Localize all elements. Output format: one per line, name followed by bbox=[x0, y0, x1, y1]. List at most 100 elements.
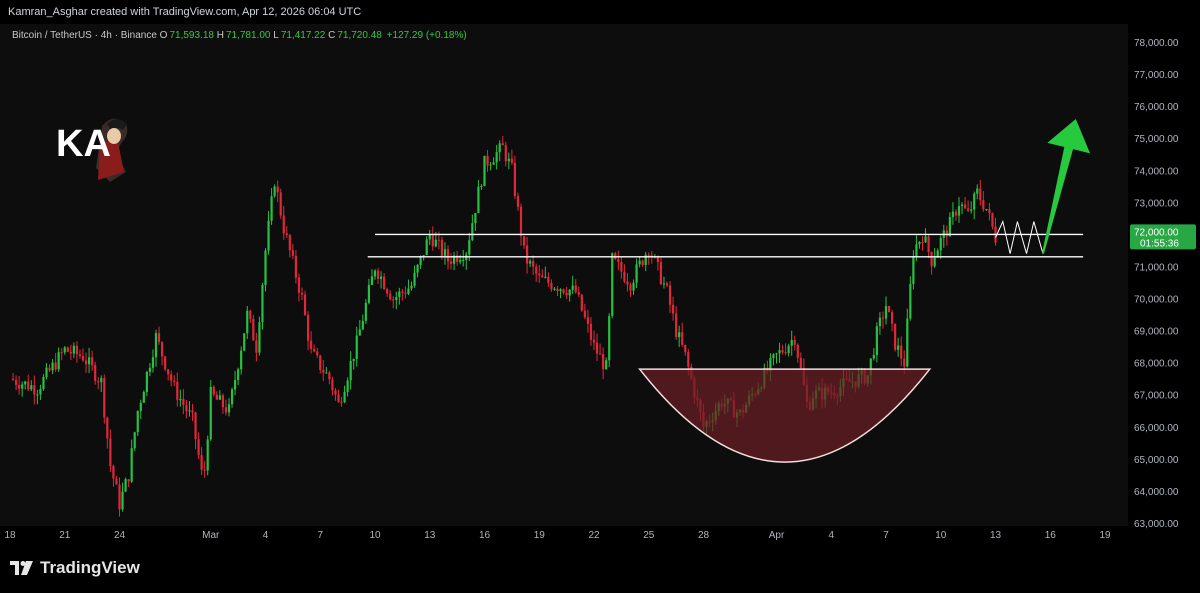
candle-body bbox=[678, 332, 681, 338]
candle-body bbox=[39, 389, 42, 395]
candle-body bbox=[48, 367, 51, 371]
candle-body bbox=[319, 355, 322, 370]
candle-body bbox=[440, 239, 444, 256]
candle-body bbox=[404, 292, 407, 294]
candle-body bbox=[267, 220, 270, 251]
candle-body bbox=[410, 285, 413, 289]
candle-body bbox=[784, 352, 787, 354]
candle-body bbox=[337, 394, 340, 402]
candle-body bbox=[36, 394, 39, 396]
x-tick-label: 22 bbox=[588, 530, 600, 541]
y-tick-label: 74,000.00 bbox=[1134, 166, 1179, 177]
candle-body bbox=[130, 448, 133, 482]
tradingview-logo[interactable]: TradingView bbox=[10, 558, 140, 578]
candle-body bbox=[948, 217, 951, 237]
candle-body bbox=[279, 192, 282, 216]
candle-body bbox=[51, 362, 54, 371]
candle-body bbox=[577, 292, 580, 295]
x-tick-label: Apr bbox=[769, 530, 785, 541]
candle-body bbox=[261, 284, 264, 323]
author-logo: KA bbox=[52, 96, 136, 184]
tradingview-icon bbox=[10, 561, 33, 575]
candle-body bbox=[532, 261, 535, 267]
candle-body bbox=[303, 294, 307, 315]
candle-body bbox=[200, 455, 203, 470]
candle-body bbox=[890, 312, 894, 324]
candle-body bbox=[617, 258, 620, 263]
y-tick-label: 65,000.00 bbox=[1134, 455, 1179, 466]
candle-body bbox=[300, 292, 304, 295]
chart-pane[interactable]: 63,000.00 64,000.00 65,000.00 66,000.00 67,0… bbox=[0, 24, 1200, 546]
candle-body bbox=[909, 283, 912, 319]
candle-body bbox=[775, 353, 778, 355]
candle-body bbox=[595, 342, 599, 354]
candle-body bbox=[297, 277, 301, 293]
candle-body bbox=[574, 285, 577, 293]
candle-body bbox=[352, 358, 355, 362]
candle-body bbox=[249, 310, 252, 319]
candle-body bbox=[635, 264, 638, 283]
candle-body bbox=[626, 281, 629, 285]
candle-body bbox=[224, 407, 228, 413]
candle-body bbox=[501, 143, 504, 146]
candle-body bbox=[109, 438, 112, 466]
x-tick-label: 10 bbox=[935, 530, 947, 541]
candle-body bbox=[255, 340, 258, 353]
candle-body bbox=[605, 360, 608, 370]
candle-body bbox=[538, 273, 541, 276]
x-tick-label: 18 bbox=[4, 530, 16, 541]
candle-body bbox=[167, 369, 170, 375]
candle-body bbox=[486, 155, 489, 166]
candle-body bbox=[912, 256, 915, 284]
candle-body bbox=[796, 344, 799, 358]
candle-body bbox=[75, 345, 79, 355]
candle-body bbox=[988, 209, 991, 214]
y-tick-label: 63,000.00 bbox=[1134, 519, 1179, 530]
candle-body bbox=[215, 394, 218, 400]
y-tick-label: 76,000.00 bbox=[1134, 102, 1179, 113]
candle-body bbox=[313, 348, 316, 352]
low-value: 71,417.22 bbox=[280, 30, 326, 41]
candle-body bbox=[632, 282, 635, 291]
candle-body bbox=[246, 310, 249, 334]
candle-body bbox=[906, 318, 909, 367]
candle-body bbox=[507, 158, 510, 162]
candle-body bbox=[157, 333, 161, 343]
candle-body bbox=[142, 392, 145, 403]
candle-body bbox=[979, 188, 982, 201]
candle-body bbox=[160, 342, 164, 357]
low-label: L bbox=[273, 30, 279, 41]
candle-body bbox=[535, 266, 538, 274]
candle-body bbox=[620, 262, 623, 272]
candle-body bbox=[525, 245, 529, 264]
candle-body bbox=[316, 351, 319, 356]
candle-body bbox=[69, 351, 72, 354]
candle-body bbox=[967, 208, 970, 211]
candle-body bbox=[164, 356, 167, 370]
candle-body bbox=[72, 345, 75, 354]
candle-body bbox=[170, 374, 173, 381]
candle-body bbox=[100, 378, 103, 383]
candle-body bbox=[346, 380, 349, 393]
candle-body bbox=[918, 241, 921, 245]
price-chart[interactable]: 63,000.00 64,000.00 65,000.00 66,000.00 67,0… bbox=[0, 24, 1200, 546]
candle-body bbox=[483, 155, 486, 187]
candle-body bbox=[872, 354, 875, 359]
candle-body bbox=[182, 399, 185, 406]
candle-body bbox=[468, 240, 471, 255]
symbol-legend: Bitcoin / TetherUS · 4h · Binance O 71,59… bbox=[12, 30, 467, 41]
candle-body bbox=[437, 239, 440, 241]
candle-body bbox=[367, 284, 371, 303]
candle-body bbox=[124, 479, 127, 492]
candle-body bbox=[54, 362, 57, 370]
y-tick-label: 71,000.00 bbox=[1134, 262, 1179, 273]
candle-body bbox=[668, 285, 672, 305]
candle-body bbox=[884, 306, 888, 319]
candle-body bbox=[191, 410, 194, 413]
candle-body bbox=[121, 491, 124, 510]
candle-body bbox=[434, 239, 437, 247]
candle-body bbox=[218, 395, 221, 400]
candle-body bbox=[960, 204, 964, 207]
candle-body bbox=[81, 355, 85, 361]
candle-body bbox=[243, 333, 246, 351]
